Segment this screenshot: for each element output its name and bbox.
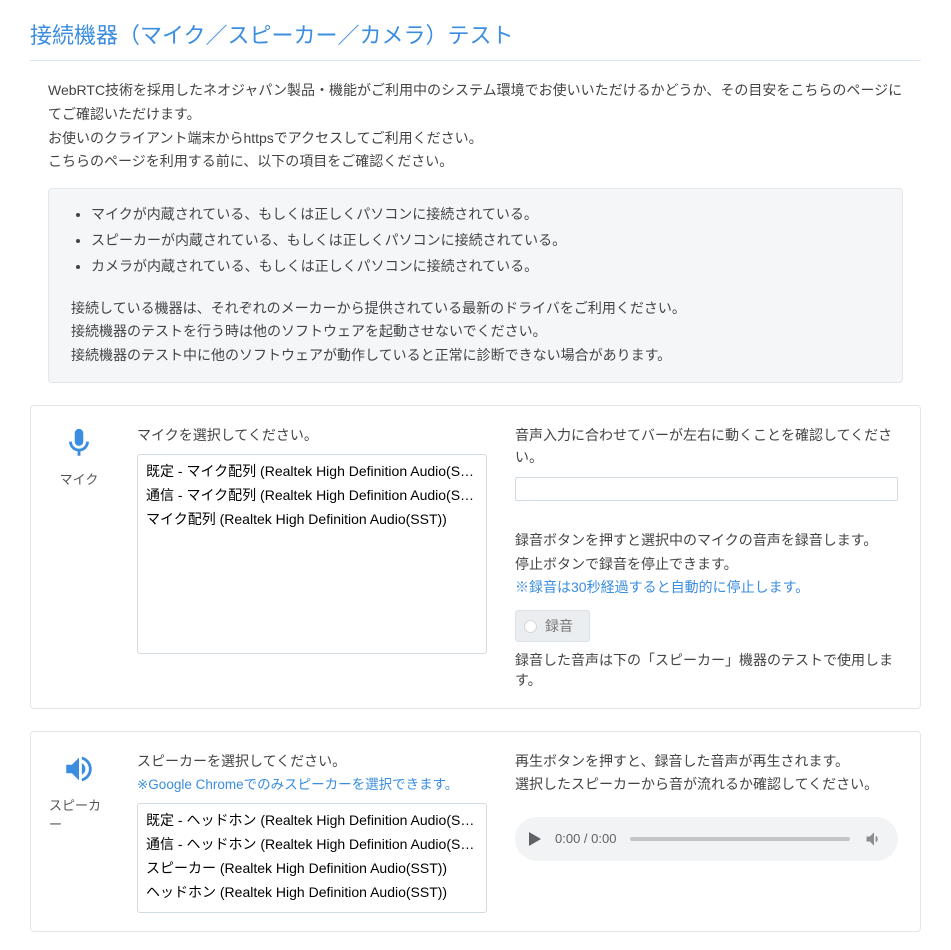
speaker-label: スピーカー: [49, 795, 109, 833]
mic-option[interactable]: マイク配列 (Realtek High Definition Audio(SST…: [142, 507, 482, 531]
audio-player[interactable]: 0:00 / 0:00: [515, 817, 898, 861]
mic-level-meter: [515, 477, 898, 501]
speaker-option[interactable]: 通信 - ヘッドホン (Realtek High Definition Audi…: [142, 832, 482, 856]
checklist-item: カメラが内蔵されている、もしくは正しくパソコンに接続されている。: [91, 255, 880, 279]
speaker-option[interactable]: ヘッドホン (Realtek High Definition Audio(SST…: [142, 880, 482, 904]
note-line: 接続している機器は、それぞれのメーカーから提供されている最新のドライバをご利用く…: [71, 297, 880, 321]
mic-select-prompt: マイクを選択してください。: [137, 424, 487, 446]
mic-option[interactable]: 通信 - マイク配列 (Realtek High Definition Audi…: [142, 483, 482, 507]
record-button-label: 録音: [545, 616, 573, 636]
mic-device-col: マイク: [49, 424, 109, 690]
intro-line: こちらのページを利用する前に、以下の項目をご確認ください。: [48, 150, 903, 174]
mic-record-description: 録音ボタンを押すと選択中のマイクの音声を録音します。 停止ボタンで録音を停止でき…: [515, 529, 898, 600]
audio-time: 0:00 / 0:00: [555, 831, 616, 846]
intro-line: WebRTC技術を採用したネオジャパン製品・機能がご利用中のシステム環境でお使い…: [48, 79, 903, 127]
checklist-item: スピーカーが内蔵されている、もしくは正しくパソコンに接続されている。: [91, 229, 880, 253]
play-desc-line: 選択したスピーカーから音が流れるか確認してください。: [515, 773, 898, 795]
mic-meter-prompt: 音声入力に合わせてバーが左右に動くことを確認してください。: [515, 424, 898, 469]
record-icon: [524, 620, 537, 633]
mic-after-note: 録音した音声は下の「スピーカー」機器のテストで使用します。: [515, 650, 898, 690]
speaker-chrome-note: ※Google Chromeでのみスピーカーを選択できます。: [137, 777, 458, 792]
audio-seek-track[interactable]: [630, 837, 850, 841]
play-desc-line: 再生ボタンを押すと、録音した音声が再生されます。: [515, 750, 898, 772]
notes-box: マイクが内蔵されている、もしくは正しくパソコンに接続されている。 スピーカーが内…: [48, 188, 903, 383]
note-line: 接続機器のテストを行う時は他のソフトウェアを起動させないでください。: [71, 320, 880, 344]
play-icon[interactable]: [529, 832, 541, 846]
mic-option[interactable]: 既定 - マイク配列 (Realtek High Definition Audi…: [142, 459, 482, 483]
speaker-icon: [62, 752, 96, 789]
rec-desc-line: 停止ボタンで録音を停止できます。: [515, 553, 898, 577]
intro-block: WebRTC技術を採用したネオジャパン製品・機能がご利用中のシステム環境でお使い…: [30, 79, 921, 383]
rec-desc-note: ※録音は30秒経過すると自動的に停止します。: [515, 576, 898, 600]
page-title: 接続機器（マイク／スピーカー／カメラ）テスト: [30, 18, 921, 61]
intro-line: お使いのクライアント端末からhttpsでアクセスしてご利用ください。: [48, 127, 903, 151]
checklist: マイクが内蔵されている、もしくは正しくパソコンに接続されている。 スピーカーが内…: [91, 203, 880, 278]
speaker-play-prompt: 再生ボタンを押すと、録音した音声が再生されます。 選択したスピーカーから音が流れ…: [515, 750, 898, 795]
rec-desc-line: 録音ボタンを押すと選択中のマイクの音声を録音します。: [515, 529, 898, 553]
speaker-card: スピーカー スピーカーを選択してください。 ※Google Chromeでのみス…: [30, 731, 921, 932]
speaker-select[interactable]: 既定 - ヘッドホン (Realtek High Definition Audi…: [137, 803, 487, 913]
mic-select[interactable]: 既定 - マイク配列 (Realtek High Definition Audi…: [137, 454, 487, 654]
speaker-prompt-text: スピーカーを選択してください。: [137, 753, 346, 769]
speaker-select-prompt: スピーカーを選択してください。 ※Google Chromeでのみスピーカーを選…: [137, 750, 487, 795]
speaker-device-col: スピーカー: [49, 750, 109, 913]
volume-icon[interactable]: [864, 829, 884, 849]
microphone-icon: [62, 426, 96, 463]
note-line: 接続機器のテスト中に他のソフトウェアが動作していると正常に診断できない場合があり…: [71, 344, 880, 368]
speaker-option[interactable]: 既定 - ヘッドホン (Realtek High Definition Audi…: [142, 808, 482, 832]
checklist-item: マイクが内蔵されている、もしくは正しくパソコンに接続されている。: [91, 203, 880, 227]
speaker-option[interactable]: スピーカー (Realtek High Definition Audio(SST…: [142, 856, 482, 880]
mic-card: マイク マイクを選択してください。 既定 - マイク配列 (Realtek Hi…: [30, 405, 921, 709]
mic-label: マイク: [60, 469, 99, 488]
record-button[interactable]: 録音: [515, 610, 590, 642]
